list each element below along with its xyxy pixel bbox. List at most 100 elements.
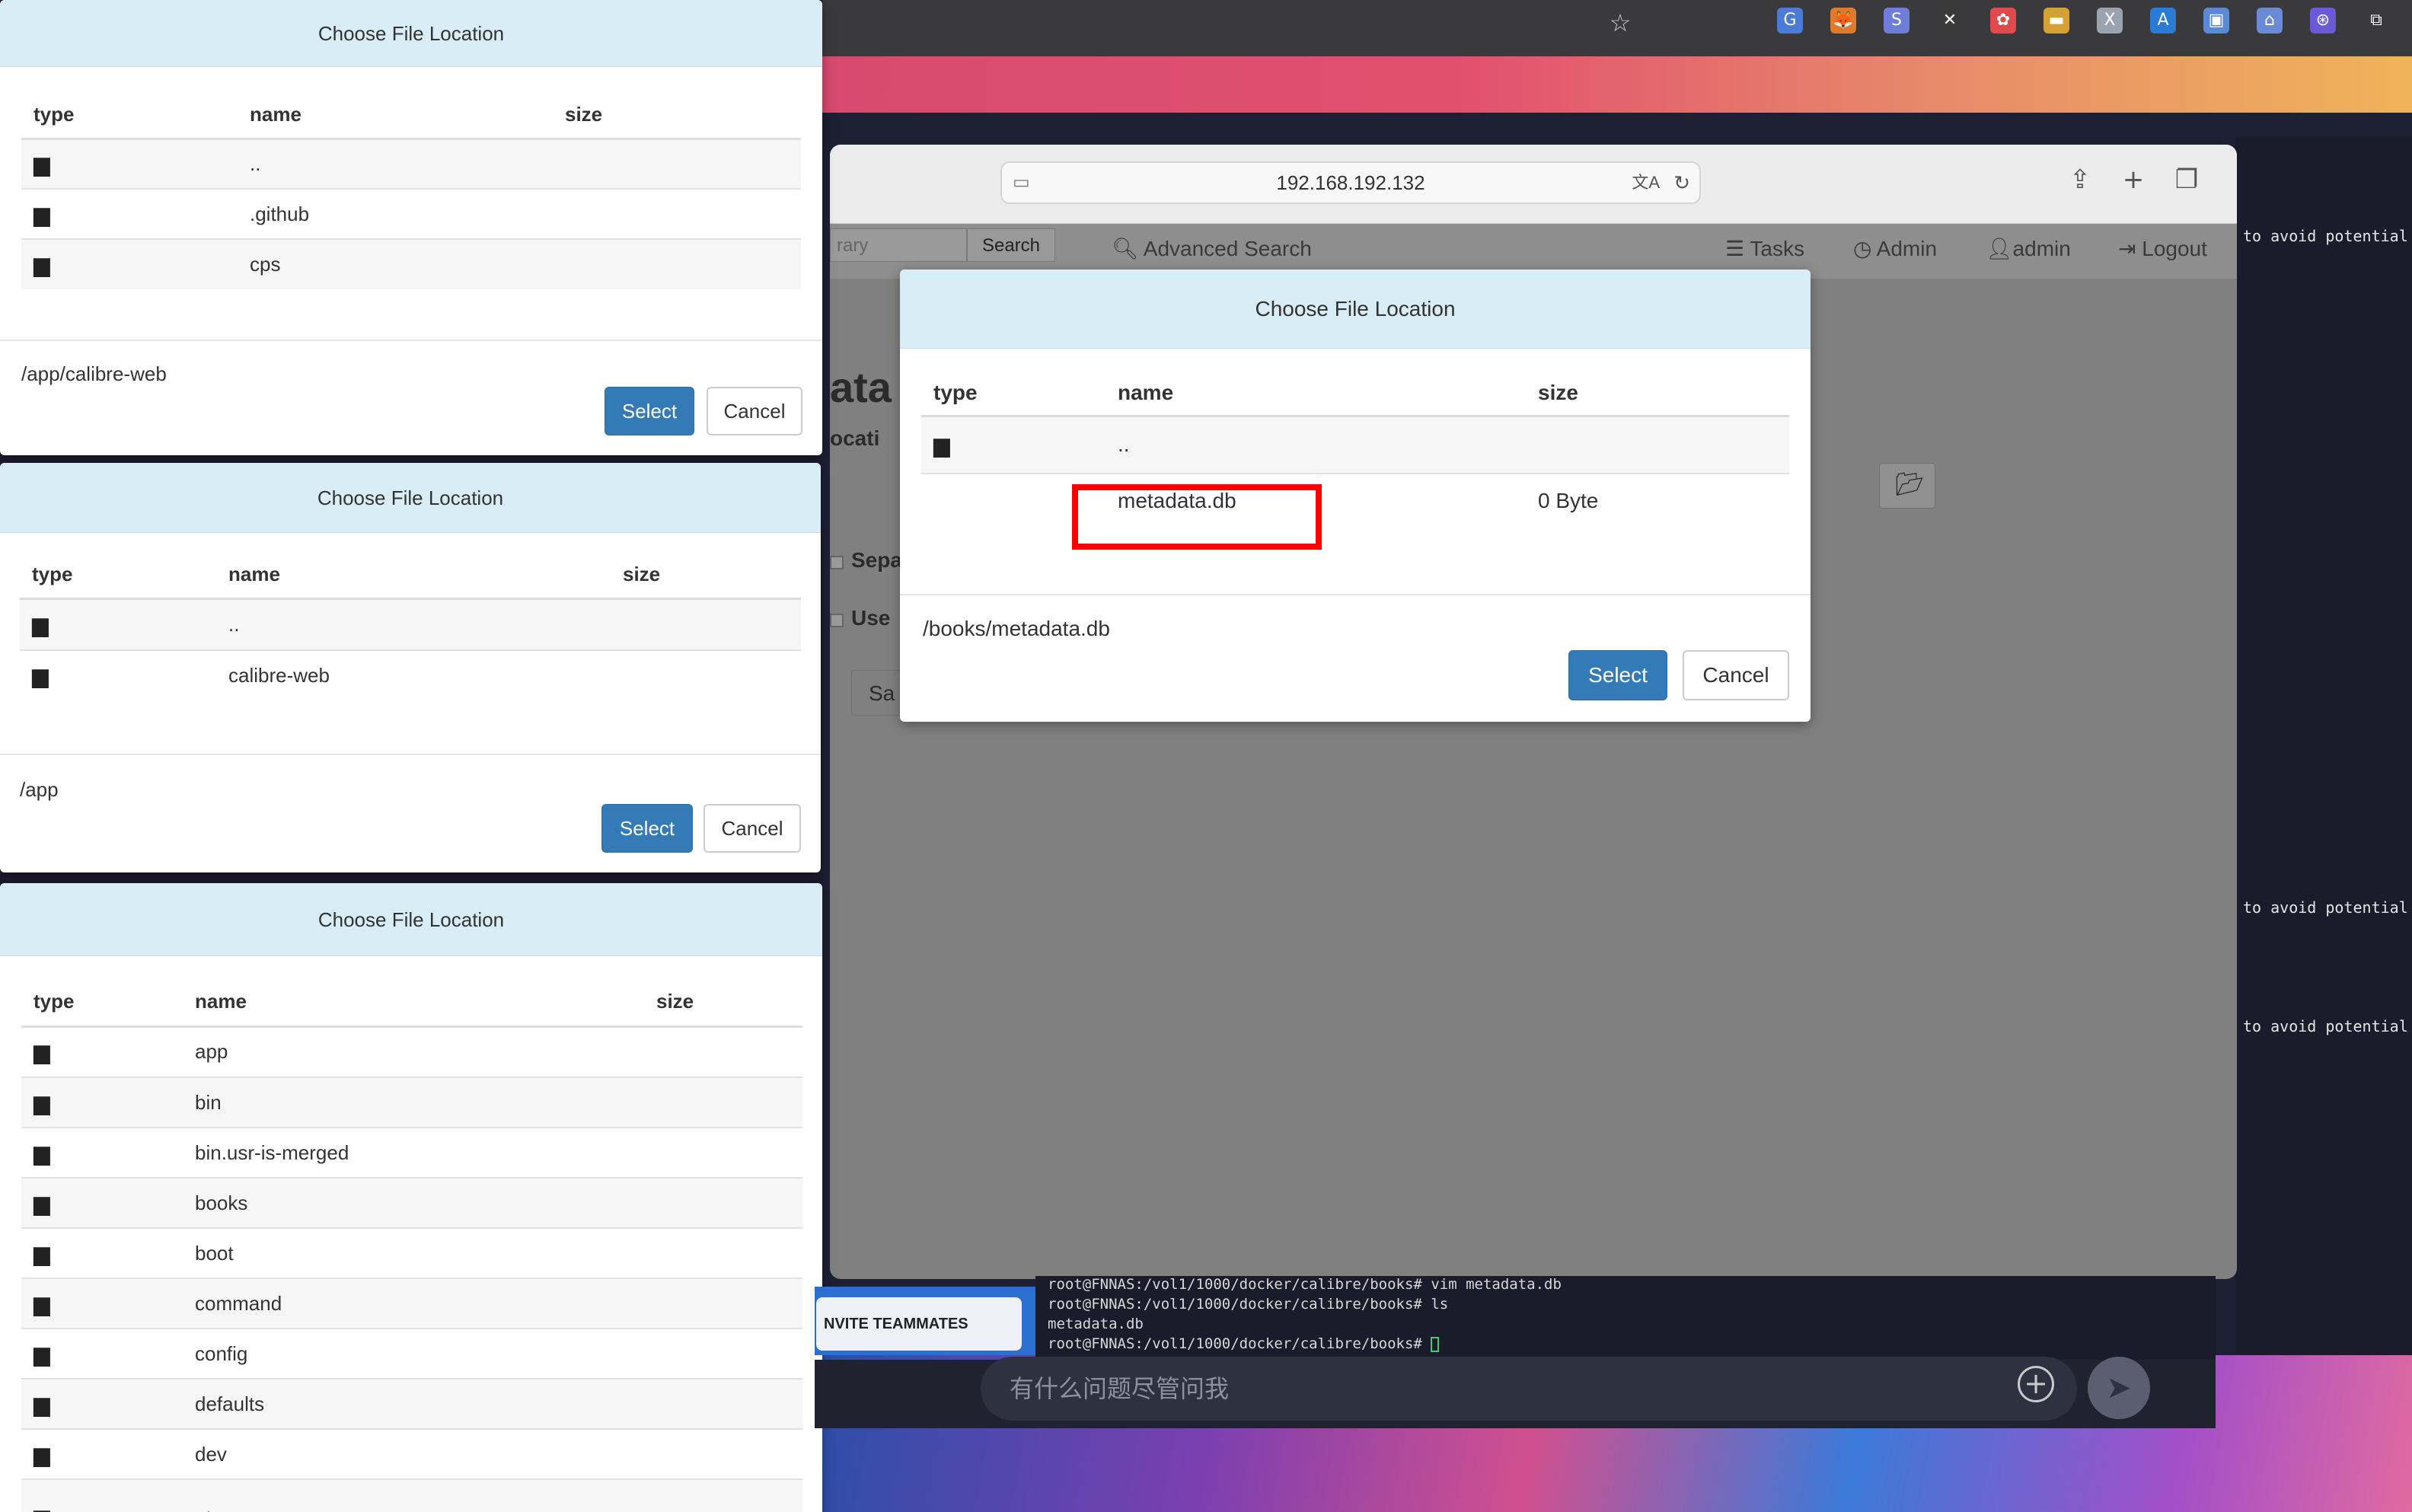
advanced-search-label: Advanced Search (1143, 237, 1312, 260)
folder-icon: ▆ (34, 1140, 50, 1166)
folder-browse-button[interactable]: 📂︎ (1879, 463, 1935, 509)
table-row[interactable]: ▆ .. (921, 415, 1789, 474)
file-name: dev (195, 1428, 656, 1479)
select-button[interactable]: Select (1568, 650, 1667, 700)
table-row[interactable]: ▆ bin.usr-is-merged (21, 1127, 802, 1178)
dialog-title: Choose File Location (0, 883, 822, 956)
column-header-size: size (656, 978, 802, 1028)
file-table: type name size ▆ .. metadata.db 0 Byte (921, 372, 1789, 527)
user-link[interactable]: 👤︎admin (1986, 236, 2071, 261)
column-header-name: name (250, 91, 565, 140)
page-heading-fragment: ata (830, 363, 892, 411)
terminal-output: root@FNNAS:/vol1/1000/docker/calibre/boo… (1035, 1276, 2216, 1360)
tasks-label: Tasks (1750, 237, 1804, 260)
column-header-type: type (20, 551, 228, 600)
translate-icon[interactable]: 文A (1632, 163, 1660, 203)
share-icon[interactable]: ⇪ (2063, 163, 2097, 196)
column-header-size: size (1538, 372, 1789, 417)
table-row[interactable]: ▆ command (21, 1278, 802, 1329)
terminal-side-panel: to avoid potential to avoid potential to… (2235, 137, 2412, 1355)
table-row[interactable]: ▆ calibre-web (20, 649, 801, 700)
choose-file-dialog-mid-left: Choose File Location type name size ▆ ..… (0, 463, 821, 872)
choose-file-dialog-main: Choose File Location type name size ▆ ..… (900, 270, 1811, 722)
reload-icon[interactable]: ↻ (1673, 163, 1690, 203)
dialog-title: Choose File Location (0, 0, 822, 67)
table-row[interactable]: ▆ etc (21, 1479, 802, 1512)
translate-icon[interactable]: G (1777, 8, 1803, 33)
choose-file-dialog-top-left: Choose File Location type name size ▆ ..… (0, 0, 822, 455)
file-name: bin.usr-is-merged (195, 1127, 656, 1178)
file-name: .. (250, 138, 565, 189)
use-checkbox[interactable] (830, 614, 844, 627)
table-row[interactable]: ▆ books (21, 1177, 802, 1228)
admin-link[interactable]: ◷ Admin (1853, 236, 1937, 261)
fox-icon[interactable]: 🦊 (1830, 8, 1856, 33)
select-button[interactable]: Select (605, 387, 694, 435)
extensions-bar: G 🦊 S ✕ ✿ ▬ X A ▣ ⌂ ⊛ ⧉ (1777, 8, 2389, 33)
a-icon[interactable]: A (2150, 8, 2176, 33)
cancel-button[interactable]: Cancel (707, 387, 802, 435)
terminal-prompt-line: root@FNNAS:/vol1/1000/docker/calibre/boo… (1048, 1335, 1440, 1352)
file-name: .. (228, 598, 623, 650)
folder-icon: ▆ (34, 1039, 50, 1065)
location-label-fragment: ocati (830, 426, 880, 450)
cancel-button[interactable]: Cancel (1683, 650, 1789, 700)
invite-teammates-button[interactable]: NVITE TEAMMATES (816, 1297, 1022, 1351)
url-text: 192.168.192.132 (1276, 171, 1425, 194)
table-row[interactable]: ▆ .. (21, 138, 801, 189)
flower-icon[interactable]: ✿ (1990, 8, 2016, 33)
s-icon[interactable]: S (1884, 8, 1910, 33)
home-icon[interactable]: ⌂ (2257, 8, 2283, 33)
folder-icon: ▆ (34, 1240, 50, 1266)
table-row[interactable]: ▆ app (21, 1026, 802, 1077)
table-row[interactable]: ▆ bin (21, 1077, 802, 1128)
badge-icon[interactable]: ⊛ (2310, 8, 2336, 33)
tab-overview-icon[interactable]: ❐ (2170, 163, 2203, 196)
file-name: .github (250, 188, 565, 239)
logout-link[interactable]: ⇥ Logout (2118, 236, 2207, 261)
folder-icon: ▆ (34, 1190, 50, 1216)
use-label-fragment: Use (851, 606, 891, 630)
folder-icon: ▆ (34, 1504, 50, 1512)
tasks-link[interactable]: ☰ Tasks (1725, 236, 1804, 261)
file-table: type name size ▆ app ▆ bin ▆ bin.usr-is-mer… (21, 978, 802, 1512)
folder-icon: ▆ (34, 1441, 50, 1467)
puzzle-icon[interactable]: ⧉ (2363, 8, 2389, 33)
x-icon[interactable]: X (2097, 8, 2123, 33)
table-row[interactable]: ▆ .github (21, 188, 801, 239)
column-header-size: size (565, 91, 801, 140)
column-header-name: name (195, 978, 656, 1028)
selected-path: /app/calibre-web (21, 362, 167, 385)
table-row[interactable]: ▆ dev (21, 1428, 802, 1479)
column-header-name: name (1118, 372, 1538, 417)
cancel-button[interactable]: Cancel (704, 804, 801, 853)
column-header-size: size (623, 551, 801, 600)
bookmark-star-icon[interactable]: ☆ (1605, 8, 1635, 38)
dialog-title: Choose File Location (900, 270, 1811, 349)
select-button[interactable]: Select (601, 804, 693, 853)
separate-checkbox[interactable] (830, 556, 844, 569)
address-bar[interactable]: ▭ 192.168.192.132 文A ↻ (1000, 161, 1701, 204)
table-row[interactable]: ▆ defaults (21, 1378, 802, 1429)
image-icon[interactable]: ▣ (2203, 8, 2229, 33)
table-row[interactable]: ▆ boot (21, 1227, 802, 1278)
send-icon[interactable]: ➤ (2088, 1357, 2150, 1419)
save-button-fragment[interactable]: Sa (851, 670, 901, 716)
sidebar-icon[interactable]: ▭ (1013, 163, 1030, 203)
table-row[interactable]: ▆ cps (21, 238, 801, 289)
search-button[interactable]: Search (967, 228, 1055, 262)
new-tab-icon[interactable]: + (2117, 163, 2150, 196)
chat-input[interactable]: 有什么问题尽管问我 (981, 1357, 2077, 1421)
file-name: books (195, 1177, 656, 1228)
table-row[interactable]: ▆ config (21, 1328, 802, 1379)
add-attachment-icon[interactable]: + (2018, 1366, 2054, 1402)
library-search-input[interactable]: rary (830, 228, 967, 262)
folder-icon[interactable]: ▬ (2044, 8, 2069, 33)
table-row[interactable]: metadata.db 0 Byte (921, 473, 1789, 527)
folder-icon: ▆ (34, 151, 50, 177)
advanced-search-link[interactable]: 🔍︎ Advanced Search (1112, 236, 1312, 261)
file-size: 0 Byte (1538, 473, 1789, 527)
column-header-name: name (228, 551, 623, 600)
table-row[interactable]: ▆ .. (20, 598, 801, 650)
grid-icon[interactable]: ✕ (1937, 8, 1963, 33)
